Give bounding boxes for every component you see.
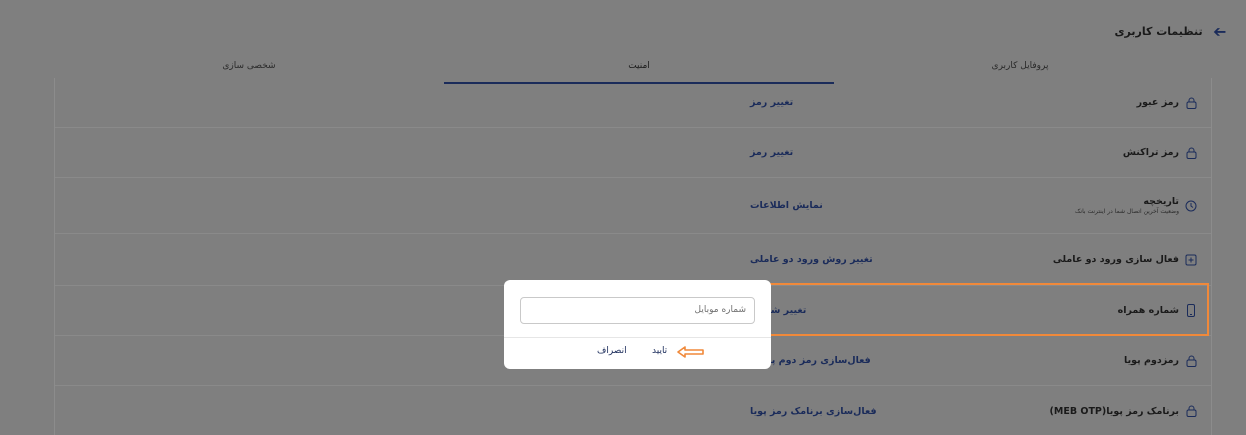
confirm-button[interactable]: تایید <box>652 346 667 356</box>
dialog-divider <box>504 337 771 338</box>
plus-box-icon <box>1185 254 1197 266</box>
row-label: تاریخچه <box>1143 196 1179 207</box>
change-password-link[interactable]: تغییر رمز <box>750 78 793 127</box>
arrow-left-icon <box>677 346 704 358</box>
settings-page: ➔ تنظیمات کاربری پروفایل کاربری امنیت شخ… <box>0 0 1246 435</box>
page-title: تنظیمات کاربری <box>1114 25 1203 38</box>
mobile-number-dialog: شماره موبایل انصراف تایید <box>504 280 771 369</box>
mobile-row-highlight <box>722 283 1209 336</box>
row-otp-app: برنامک رمز پویا(MEB OTP) فعال‌سازی برنام… <box>55 386 1211 435</box>
show-info-link[interactable]: نمایش اطلاعات <box>750 178 823 233</box>
history-icon <box>1185 200 1197 212</box>
lock-icon <box>1185 97 1197 109</box>
page-header: ➔ تنظیمات کاربری <box>1114 22 1226 41</box>
mobile-number-input[interactable]: شماره موبایل <box>520 297 755 324</box>
row-label: برنامک رمز پویا(MEB OTP) <box>1049 405 1179 417</box>
row-transaction-password: رمز تراکنش تغییر رمز <box>55 128 1211 178</box>
row-two-factor: فعال سازی ورود دو عاملی تغییر روش ورود د… <box>55 234 1211 286</box>
row-label: رمزدوم پویا <box>1124 355 1179 366</box>
row-label: رمز عبور <box>1136 97 1179 108</box>
activate-otp-app-link[interactable]: فعال‌سازی برنامک رمز پویا <box>750 386 877 435</box>
row-password: رمز عبور تغییر رمز <box>55 78 1211 128</box>
arrow-left-icon[interactable]: ➔ <box>1213 22 1226 41</box>
change-transaction-password-link[interactable]: تغییر رمز <box>750 128 793 177</box>
lock-icon <box>1185 405 1197 417</box>
lock-icon <box>1185 355 1197 367</box>
lock-icon <box>1185 147 1197 159</box>
change-two-factor-link[interactable]: تغییر روش ورود دو عاملی <box>750 234 873 285</box>
cancel-button[interactable]: انصراف <box>597 346 627 356</box>
row-sublabel: وضعیت آخرین اتصال شما در اینترنت بانک <box>1075 208 1179 215</box>
row-label: فعال سازی ورود دو عاملی <box>1052 254 1179 265</box>
settings-table: رمز عبور تغییر رمز رمز تراکنش تغییر رمز … <box>54 78 1212 435</box>
row-history: تاریخچه وضعیت آخرین اتصال شما در اینترنت… <box>55 178 1211 234</box>
row-label: رمز تراکنش <box>1122 147 1179 158</box>
